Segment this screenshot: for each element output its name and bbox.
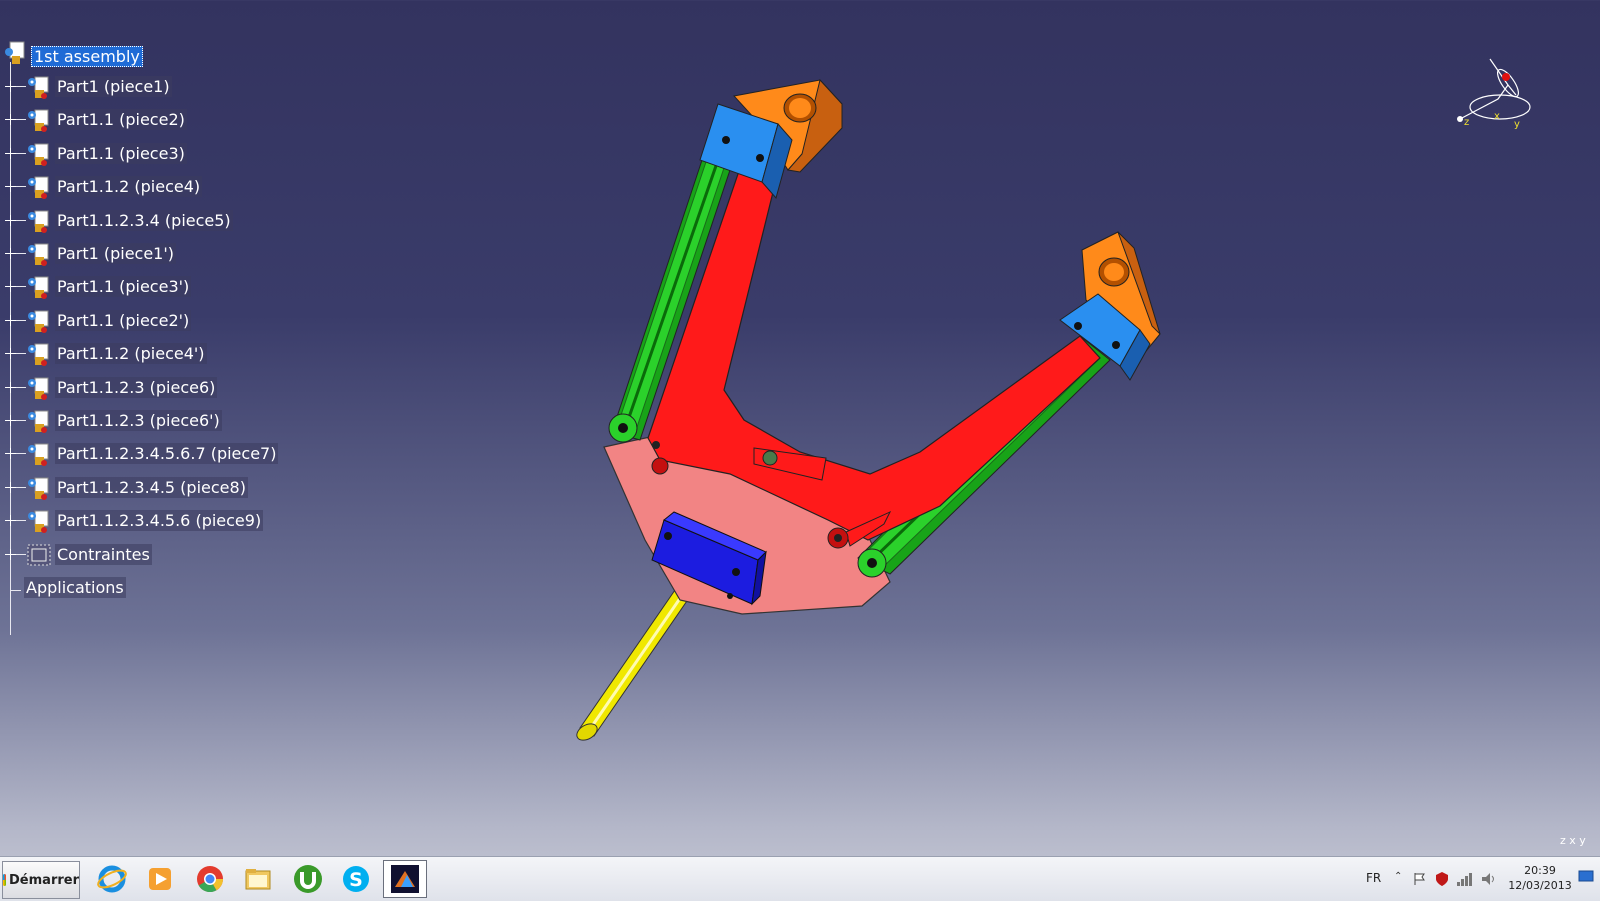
tree-node-part[interactable]: Part1.1.2.3.4.5 (piece8) [0,475,300,501]
constraints-icon [27,544,51,566]
tree-expand-icon[interactable] [5,415,16,426]
clock[interactable]: 20:39 12/03/2013 [1505,863,1575,893]
tree-expand-icon[interactable] [5,248,16,259]
internet-explorer-icon[interactable] [90,860,134,898]
tree-node-label[interactable]: Part1 (piece1) [55,76,172,97]
tree-node-label[interactable]: Part1.1.2.3 (piece6) [55,376,218,398]
tree-node-part[interactable]: Part1.1 (piece3') [0,274,300,300]
windows-logo-icon [3,874,7,886]
tree-node-label[interactable]: Part1.1.2.3.4.5.6.7 (piece7) [55,443,279,465]
action-center-flag-icon[interactable] [1412,871,1428,887]
specification-tree: 1st assembly Part1 (piece1) Part1.1 (pie… [0,40,300,635]
assembly-icon [5,41,25,64]
taskbar: Démarrer S FR ⌃ 20:39 12/03/2013 [0,856,1600,901]
tree-expand-icon[interactable] [5,81,16,92]
tree-node-applications[interactable]: Applications [0,577,300,603]
part-icon [28,410,49,433]
tree-node-label[interactable]: Part1.1 (piece3) [55,142,187,164]
tree-node-label[interactable]: Part1.1.2.3.4.5.6 (piece9) [55,510,264,532]
part-icon [28,443,49,467]
tree-node-part[interactable]: Part1.1.2.3.4 (piece5) [0,208,300,234]
tree-expand-icon[interactable] [5,147,16,159]
3d-viewport[interactable]: 1st assembly Part1 (piece1) Part1.1 (pie… [0,0,1600,856]
tree-node-part[interactable]: Part1 (piece1) [0,74,300,100]
show-desktop-icon[interactable] [1578,869,1594,883]
part-icon [28,210,49,233]
part-icon [28,176,49,200]
tree-node-label[interactable]: Part1.1.2.3 (piece6') [55,410,222,431]
part-icon [28,76,49,99]
part-icon [28,377,49,400]
clock-date: 12/03/2013 [1508,879,1572,892]
chevron-up-icon[interactable]: ⌃ [1394,871,1402,882]
chrome-icon[interactable] [188,860,232,898]
volume-icon[interactable] [1480,871,1498,887]
network-signal-icon[interactable] [1456,871,1474,887]
tree-expand-icon[interactable] [5,181,16,193]
tree-node-part[interactable]: Part1.1.2 (piece4') [0,341,300,367]
tree-node-label[interactable]: Part1.1.2.3.4 (piece5) [55,209,233,231]
clock-time: 20:39 [1524,864,1556,877]
utorrent-icon[interactable] [286,860,330,898]
part-icon [28,343,49,367]
tree-node-part[interactable]: Part1.1 (piece2) [0,107,300,133]
skype-icon[interactable]: S [334,860,378,898]
tree-expand-icon[interactable] [5,214,16,226]
tree-node-part[interactable]: Part1.1.2.3.4.5.6 (piece9) [0,508,300,534]
language-indicator[interactable]: FR [1366,871,1381,885]
part-icon [28,276,49,300]
part-icon [28,477,49,500]
media-player-icon[interactable] [138,860,182,898]
part-icon [28,510,49,534]
tree-node-label[interactable]: Part1 (piece1') [55,243,176,264]
part-icon [28,109,49,133]
tree-expand-icon[interactable] [5,515,16,527]
svg-text:S: S [349,869,363,891]
compass-y-label: y [1514,119,1520,130]
tree-expand-icon[interactable] [5,281,16,293]
tree-node-part[interactable]: Part1.1.2.3.4.5.6.7 (piece7) [0,441,300,467]
security-shield-icon[interactable] [1434,871,1450,887]
tree-node-part[interactable]: Part1 (piece1') [0,241,300,267]
tree-node-part[interactable]: Part1.1.2.3 (piece6) [0,375,300,401]
tree-node-label[interactable]: Contraintes [55,543,152,565]
catia-icon[interactable] [383,860,427,898]
tree-expand-icon[interactable] [5,348,16,360]
tree-node-part[interactable]: Part1.1 (piece3) [0,141,300,167]
tree-expand-icon[interactable] [5,381,16,393]
part-icon [28,310,49,333]
tree-expand-icon[interactable] [5,548,16,560]
tree-expand-icon[interactable] [5,481,16,493]
tree-node-label[interactable]: Part1.1 (piece2) [55,109,187,131]
tree-expand-icon[interactable] [5,448,16,460]
tree-node-label[interactable]: Part1.1.2 (piece4) [55,176,203,198]
tree-node-label[interactable]: Part1.1 (piece3') [55,276,192,298]
start-button[interactable]: Démarrer [2,861,80,899]
mini-axis-indicator: z x y [1560,834,1586,847]
tree-expand-icon[interactable] [5,114,16,126]
compass-z-label: z [1464,117,1469,128]
part-icon [28,143,49,166]
tree-node-part[interactable]: Part1.1.2.3 (piece6') [0,408,300,434]
tree-node-label[interactable]: Applications [24,577,126,598]
compass-icon[interactable]: z x y [1450,55,1540,135]
file-explorer-icon[interactable] [236,860,280,898]
tree-node-part[interactable]: Part1.1.2 (piece4) [0,174,300,200]
tree-expand-icon[interactable] [5,314,16,326]
compass-x-label: x [1494,111,1500,122]
tree-node-label[interactable]: Part1.1 (piece2') [55,309,192,331]
tree-node-part[interactable]: Part1.1 (piece2') [0,308,300,334]
start-label: Démarrer [9,872,79,888]
tree-root-label[interactable]: 1st assembly [31,46,143,67]
tree-node-constraints[interactable]: Contraintes [0,542,300,568]
tree-node-label[interactable]: Part1.1.2 (piece4') [55,343,207,365]
tree-node-label[interactable]: Part1.1.2.3.4.5 (piece8) [55,476,248,498]
part-icon [28,243,49,266]
